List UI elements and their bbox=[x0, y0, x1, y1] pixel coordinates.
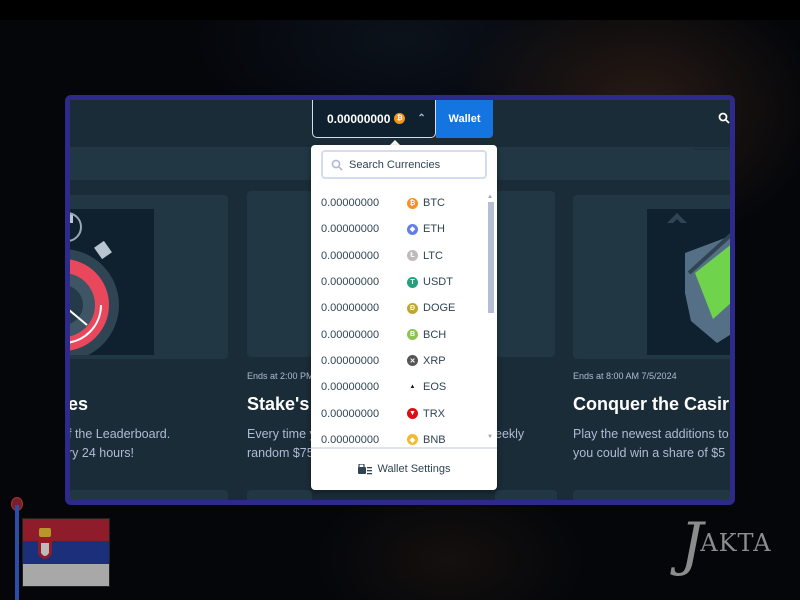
currency-label: T USDT bbox=[407, 276, 453, 288]
currency-row-xrp[interactable]: 0.00000000 ✕ XRP bbox=[311, 348, 487, 374]
currency-amount: 0.00000000 bbox=[321, 302, 380, 315]
promo-card-image-1[interactable] bbox=[70, 195, 228, 359]
currency-label: Ð DOGE bbox=[407, 302, 455, 314]
scrollbar-thumb[interactable] bbox=[488, 202, 494, 313]
currency-code: ETH bbox=[423, 223, 445, 236]
bnb-coin-icon: ◆ bbox=[407, 434, 418, 446]
chevron-up-icon: ⌃ bbox=[417, 113, 426, 124]
promo-card-title-1: es bbox=[68, 394, 89, 414]
wallet-button[interactable]: Wallet bbox=[436, 100, 493, 138]
wallet-settings-button[interactable]: Wallet Settings bbox=[311, 450, 497, 488]
wallet-settings-label: Wallet Settings bbox=[377, 463, 451, 475]
btc-coin-icon: ₿ bbox=[394, 113, 406, 124]
usdt-coin-icon: T bbox=[407, 276, 418, 288]
scroll-up-arrow-icon[interactable]: ▲ bbox=[487, 194, 493, 200]
currency-amount: 0.00000000 bbox=[321, 354, 380, 367]
currency-label: B BCH bbox=[407, 329, 446, 341]
btc-coin-icon: ₿ bbox=[407, 197, 418, 209]
logo-text: AKTA bbox=[700, 529, 772, 557]
promo-card-desc-4a: Play the newest additions to bbox=[573, 427, 729, 441]
currency-row-usdt[interactable]: 0.00000000 T USDT bbox=[311, 269, 487, 295]
promo-card-image-4[interactable] bbox=[573, 195, 730, 359]
currency-amount: 0.00000000 bbox=[321, 249, 380, 262]
promo-card-title-2: Stake's bbox=[247, 394, 310, 414]
stopwatch-icon bbox=[70, 212, 119, 355]
currency-code: EOS bbox=[423, 381, 447, 394]
currency-amount: 0.00000000 bbox=[321, 381, 380, 394]
currency-row-eth[interactable]: 0.00000000 ◆ ETH bbox=[311, 216, 487, 242]
promo-card-desc-2b: random $75 bbox=[247, 446, 314, 460]
scroll-down-arrow-icon[interactable]: ▼ bbox=[487, 434, 493, 440]
currency-amount: 0.00000000 bbox=[321, 276, 380, 289]
promo-card-desc-4b: you could win a share of $5 bbox=[573, 446, 726, 460]
currency-code: TRX bbox=[423, 407, 445, 420]
currency-row-ltc[interactable]: 0.00000000 Ł LTC bbox=[311, 243, 487, 269]
currency-amount: 0.00000000 bbox=[321, 223, 380, 236]
promo-card-desc-1a: f the Leaderboard. bbox=[68, 427, 171, 441]
currency-amount: 0.00000000 bbox=[321, 328, 380, 341]
currency-code: BNB bbox=[423, 433, 446, 446]
currency-code: XRP bbox=[423, 354, 446, 367]
jakta-logo: J AKTA bbox=[680, 515, 772, 573]
dropdown-divider bbox=[311, 447, 497, 449]
search-icon bbox=[331, 159, 343, 171]
currency-amount: 0.00000000 bbox=[321, 407, 380, 420]
currency-code: BCH bbox=[423, 328, 447, 341]
promo-card-desc-1b: ry 24 hours! bbox=[68, 446, 135, 460]
currency-row-trx[interactable]: 0.00000000 ▼ TRX bbox=[311, 400, 487, 426]
promo-card-meta-4: Ends at 8:00 AM 7/5/2024 bbox=[573, 371, 677, 381]
promo-card-title-4: Conquer the Casir bbox=[573, 394, 730, 414]
currency-label: ✕ XRP bbox=[407, 355, 446, 367]
promo-card-desc-3a: eekly bbox=[495, 427, 525, 441]
currency-row-btc[interactable]: 0.00000000 ₿ BTC bbox=[311, 190, 487, 216]
promo-card-desc-2a: Every time y bbox=[247, 427, 316, 441]
promo-card-meta-2: Ends at 2:00 PM bbox=[247, 371, 314, 381]
currency-dropdown: 0.00000000 ₿ BTC 0.00000000 ◆ ETH 0.00000000 ŁL… bbox=[311, 145, 497, 490]
trx-coin-icon: ▼ bbox=[407, 408, 418, 420]
serbia-coat-of-arms-icon bbox=[38, 528, 52, 559]
wallet-settings-icon bbox=[357, 463, 372, 474]
currency-amount: 0.00000000 bbox=[321, 433, 380, 446]
currency-row-doge[interactable]: 0.00000000 Ð DOGE bbox=[311, 295, 487, 321]
search-icon[interactable] bbox=[718, 112, 730, 124]
currency-code: USDT bbox=[423, 276, 453, 289]
currency-label: ▼ TRX bbox=[407, 408, 445, 420]
doge-coin-icon: Ð bbox=[407, 302, 418, 314]
eth-coin-icon: ◆ bbox=[407, 223, 418, 235]
currency-label: ₿ BTC bbox=[407, 197, 445, 209]
currency-label: ▲ EOS bbox=[407, 381, 446, 393]
currency-row-bch[interactable]: 0.00000000 B BCH bbox=[311, 321, 487, 347]
xrp-coin-icon: ✕ bbox=[407, 355, 418, 367]
balance-selector-button[interactable]: 0.00000000 ₿ ⌃ bbox=[312, 100, 436, 138]
shield-trophy-icon bbox=[667, 213, 730, 343]
ltc-coin-icon: Ł bbox=[407, 250, 418, 262]
currency-code: DOGE bbox=[423, 302, 456, 315]
currency-code: BTC bbox=[423, 197, 445, 210]
flagpole bbox=[15, 505, 19, 600]
currency-label: ◆ BNB bbox=[407, 434, 446, 446]
currency-amount: 0.00000000 bbox=[321, 197, 380, 210]
promo-card-bottom-2 bbox=[247, 490, 312, 500]
balance-amount: 0.00000000 bbox=[327, 111, 391, 126]
promo-card-image-2[interactable] bbox=[247, 191, 317, 357]
currency-row-bnb[interactable]: 0.00000000 ◆ BNB bbox=[311, 427, 487, 446]
currency-list[interactable]: 0.00000000 ₿ BTC 0.00000000 ◆ ETH 0.00000000 Ł L… bbox=[311, 190, 487, 446]
promo-card-bottom-4 bbox=[573, 490, 730, 500]
bch-coin-icon: B bbox=[407, 329, 418, 341]
promo-card-bottom-3 bbox=[495, 490, 557, 500]
promo-card-bottom-1 bbox=[70, 490, 228, 500]
currency-search-field[interactable] bbox=[321, 150, 487, 179]
background-top-band bbox=[0, 0, 800, 20]
currency-label: ◆ ETH bbox=[407, 223, 445, 235]
currency-search-input[interactable] bbox=[349, 158, 479, 171]
currency-row-eos[interactable]: 0.00000000 ▲ EOS bbox=[311, 374, 487, 400]
promo-card-image-3[interactable] bbox=[495, 191, 555, 357]
eos-coin-icon: ▲ bbox=[407, 381, 418, 393]
currency-code: LTC bbox=[423, 249, 443, 262]
currency-label: Ł LTC bbox=[407, 250, 443, 262]
